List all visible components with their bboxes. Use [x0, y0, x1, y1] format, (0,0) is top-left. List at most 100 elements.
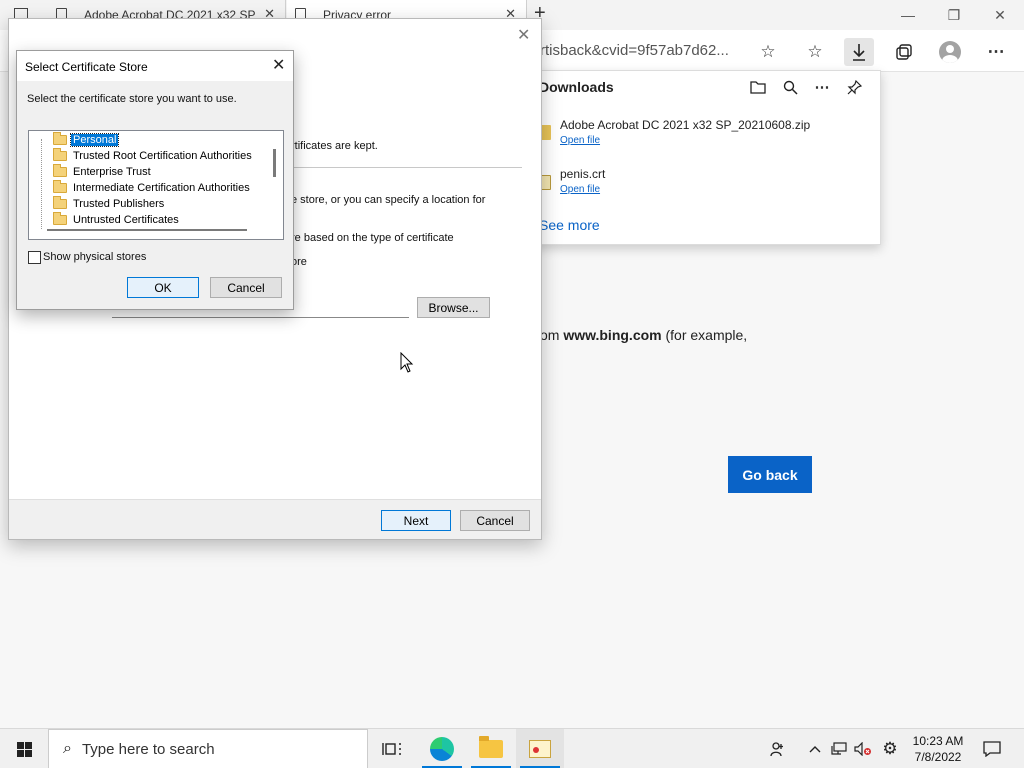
- profile-icon[interactable]: [935, 38, 965, 66]
- collections-icon[interactable]: [889, 38, 919, 66]
- store-cancel-button[interactable]: Cancel: [210, 277, 282, 298]
- see-more-link[interactable]: See more: [539, 217, 600, 233]
- search-icon: ⌕: [63, 740, 72, 757]
- tree-vertical-scrollbar[interactable]: [273, 149, 276, 177]
- people-icon[interactable]: [766, 729, 790, 768]
- ok-button[interactable]: OK: [127, 277, 199, 298]
- windows-logo-icon: [16, 741, 32, 757]
- clock-time: 10:23 AM: [912, 734, 964, 748]
- clock-date: 7/8/2022: [914, 750, 962, 764]
- store-item-trusted-root[interactable]: Trusted Root Certification Authorities: [29, 148, 254, 164]
- certificate-taskbar-icon[interactable]: [516, 729, 564, 768]
- dialog-title: Select Certificate Store: [25, 60, 148, 74]
- error-description: om www.bing.com (for example,: [540, 327, 747, 343]
- store-item-intermediate[interactable]: Intermediate Certification Authorities: [29, 180, 252, 196]
- downloads-title: Downloads: [539, 79, 614, 95]
- start-button[interactable]: [0, 729, 48, 768]
- tree-horizontal-scrollbar[interactable]: [47, 229, 247, 231]
- volume-muted-icon[interactable]: [853, 729, 873, 768]
- certificate-icon: [529, 740, 551, 758]
- minimize-button[interactable]: —: [888, 4, 928, 26]
- downloads-icon[interactable]: [844, 38, 874, 66]
- show-hidden-icons-chevron-icon[interactable]: [806, 729, 824, 768]
- taskbar-search-box[interactable]: ⌕ Type here to search: [48, 729, 368, 768]
- folder-icon: [53, 164, 67, 177]
- favorites-icon[interactable]: ☆: [800, 38, 830, 66]
- taskbar-clock[interactable]: 10:23 AM 7/8/2022: [905, 733, 971, 765]
- download-arrow-icon: [853, 44, 865, 61]
- downloads-more-icon[interactable]: ⋯: [812, 77, 832, 97]
- auto-select-store-option[interactable]: re based on the type of certificate: [291, 232, 454, 244]
- next-button[interactable]: Next: [381, 510, 451, 531]
- open-folder-icon[interactable]: [748, 77, 768, 97]
- folder-icon: [53, 148, 67, 161]
- error-text-prefix: om: [540, 327, 564, 343]
- mouse-cursor-icon: [400, 352, 414, 373]
- avatar: [939, 41, 961, 63]
- folder-icon: [53, 180, 67, 193]
- open-file-link[interactable]: Open file: [560, 184, 600, 195]
- show-physical-stores-label: Show physical stores: [43, 251, 147, 263]
- notifications-icon[interactable]: [980, 729, 1004, 768]
- wizard-cancel-button[interactable]: Cancel: [460, 510, 530, 531]
- collections-glyph-icon: [896, 44, 912, 60]
- folder-glyph-icon: [750, 81, 766, 94]
- pin-glyph-icon: [847, 79, 862, 94]
- store-label: Untrusted Certificates: [73, 214, 179, 226]
- pin-icon[interactable]: [844, 77, 864, 97]
- people-glyph-icon: [770, 742, 783, 757]
- network-icon[interactable]: [829, 729, 849, 768]
- favorite-add-icon[interactable]: ☆: [753, 38, 783, 66]
- folder-icon: [53, 212, 67, 225]
- edge-logo: [430, 737, 454, 761]
- download-item-name: Adobe Acrobat DC 2021 x32 SP_20210608.zi…: [560, 118, 811, 132]
- network-glyph-icon: [831, 742, 847, 755]
- error-text-domain: www.bing.com: [563, 327, 662, 343]
- store-label: Trusted Root Certification Authorities: [73, 150, 252, 162]
- more-icon[interactable]: ⋯: [981, 38, 1011, 66]
- folder-icon: [53, 196, 67, 209]
- taskbar: ⌕ Type here to search ⚙ 10:23 AM 7/8/202…: [0, 728, 1024, 768]
- error-text-suffix: (for example,: [661, 327, 748, 343]
- store-item-personal[interactable]: Personal: [29, 132, 120, 148]
- store-item-untrusted[interactable]: Untrusted Certificates: [29, 212, 181, 228]
- download-item-name: penis.crt: [560, 167, 606, 181]
- dialog-prompt: Select the certificate store you want to…: [27, 93, 237, 105]
- store-label: Personal: [69, 133, 120, 147]
- wizard-text-line: rtificates are kept.: [291, 140, 378, 152]
- wizard-close-icon[interactable]: ✕: [517, 25, 530, 45]
- wizard-text-line: e store, or you can specify a location f…: [291, 194, 486, 206]
- show-physical-stores-checkbox[interactable]: [28, 251, 41, 264]
- select-certificate-store-dialog: Select Certificate Store ✕ Select the ce…: [16, 50, 294, 310]
- wizard-divider: [292, 167, 522, 168]
- settings-gear-icon[interactable]: ⚙: [880, 729, 900, 768]
- store-label: Enterprise Trust: [73, 166, 151, 178]
- browse-button[interactable]: Browse...: [417, 297, 490, 318]
- downloads-panel: Downloads ⋯ Adobe Acrobat DC 2021 x32 SP…: [530, 70, 881, 245]
- close-window-button[interactable]: ✕: [980, 4, 1020, 26]
- task-view-icon[interactable]: [368, 729, 416, 768]
- action-center-icon: [983, 741, 1001, 757]
- wizard-footer: Next Cancel: [9, 499, 541, 539]
- certificate-store-tree[interactable]: Personal Trusted Root Certification Auth…: [28, 130, 284, 240]
- speaker-icon: [854, 742, 871, 756]
- magnifier-icon: [783, 80, 798, 95]
- address-bar[interactable]: rtisback&cvid=9f57ab7d62...: [540, 42, 729, 59]
- store-item-enterprise-trust[interactable]: Enterprise Trust: [29, 164, 153, 180]
- folder-icon: [53, 132, 67, 145]
- task-view-glyph-icon: [382, 743, 401, 755]
- restore-button[interactable]: ❐: [934, 4, 974, 26]
- dialog-titlebar: Select Certificate Store ✕: [17, 51, 293, 81]
- store-label: Trusted Publishers: [73, 198, 165, 210]
- search-downloads-icon[interactable]: [780, 77, 800, 97]
- go-back-button[interactable]: Go back: [728, 456, 812, 493]
- edge-taskbar-icon[interactable]: [418, 729, 466, 768]
- chevron-up-icon: [809, 746, 821, 753]
- open-file-link[interactable]: Open file: [560, 135, 600, 146]
- folder-icon: [479, 736, 503, 758]
- dialog-close-icon[interactable]: ✕: [272, 55, 285, 75]
- search-placeholder: Type here to search: [81, 740, 215, 758]
- store-item-trusted-publishers[interactable]: Trusted Publishers: [29, 196, 166, 212]
- file-explorer-taskbar-icon[interactable]: [467, 729, 515, 768]
- store-label: Intermediate Certification Authorities: [73, 182, 250, 194]
